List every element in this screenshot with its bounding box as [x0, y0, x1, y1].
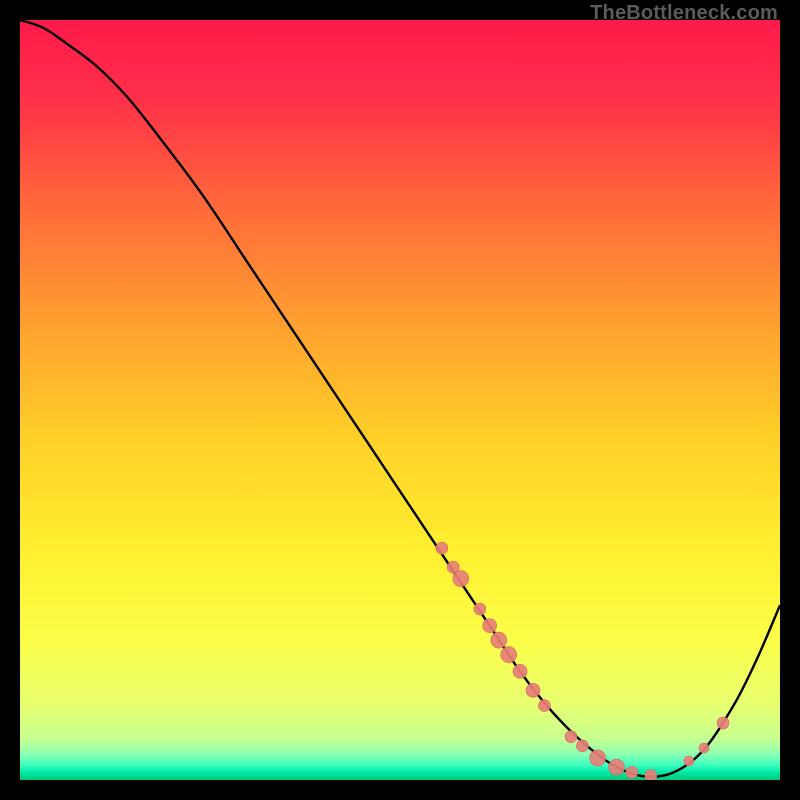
data-marker: [565, 731, 577, 743]
data-marker: [538, 700, 550, 712]
data-marker: [501, 647, 517, 663]
data-marker: [645, 769, 657, 780]
data-marker: [576, 740, 588, 752]
data-marker: [474, 603, 486, 615]
data-marker: [436, 542, 448, 554]
data-marker: [626, 766, 638, 778]
data-marker: [491, 632, 507, 648]
data-marker: [609, 759, 625, 775]
data-marker: [513, 664, 527, 678]
data-marker: [483, 619, 497, 633]
chart-svg: [20, 20, 780, 780]
data-marker: [453, 571, 469, 587]
data-marker: [699, 743, 709, 753]
plot-area: [20, 20, 780, 780]
data-marker: [526, 683, 540, 697]
watermark-text: TheBottleneck.com: [590, 2, 778, 25]
outer-frame: TheBottleneck.com: [0, 0, 800, 800]
gradient-bg: [20, 20, 780, 780]
data-marker: [717, 717, 729, 729]
data-marker: [684, 756, 694, 766]
data-marker: [590, 750, 606, 766]
